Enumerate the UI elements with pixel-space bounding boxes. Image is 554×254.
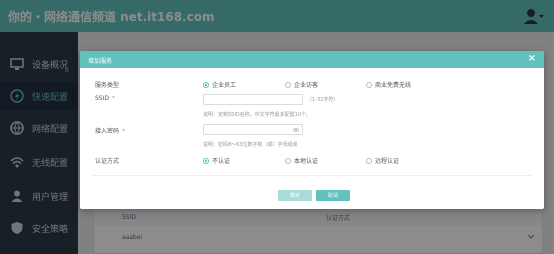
radio-dot (366, 157, 372, 164)
ssid-label-text: SSID (95, 95, 110, 102)
required-mark: * (112, 95, 116, 102)
service-type-label: 服务类型 (95, 82, 120, 89)
ssid-input[interactable] (203, 94, 303, 105)
service-type-radio-employee[interactable]: 企业员工 (203, 80, 236, 89)
dialog-header: 增加服务 × (80, 51, 544, 68)
radio-dot (203, 81, 209, 88)
radio-label: 本地认证 (294, 158, 319, 165)
radio-dot (366, 81, 372, 88)
radio-dot (285, 81, 291, 88)
password-input[interactable] (203, 124, 303, 135)
close-icon[interactable]: × (528, 53, 536, 64)
radio-label: 企业访客 (294, 82, 319, 89)
auth-radio-remote[interactable]: 远程认证 (366, 156, 399, 165)
auth-radio-none[interactable]: 不认证 (203, 156, 230, 165)
radio-label: 企业员工 (212, 82, 237, 89)
auth-label: 认证方式 (95, 158, 120, 165)
service-type-radio-visitor[interactable]: 企业访客 (285, 80, 318, 89)
dialog-divider (92, 175, 532, 176)
add-service-dialog: 增加服务 × 服务类型 企业员工 企业访客 商业免费无线 SSID * （1-32… (80, 51, 544, 209)
service-type-radio-commercial[interactable]: 商业免费无线 (366, 80, 411, 89)
auth-radio-local[interactable]: 本地认证 (285, 156, 318, 165)
radio-label: 商业免费无线 (375, 82, 412, 89)
password-label-text: 接入密码 (95, 128, 120, 135)
password-hint: 说明：密码8～63位数字和（或）字母组成 (203, 142, 298, 148)
confirm-button[interactable]: 确定 (278, 190, 312, 201)
radio-dot (203, 157, 209, 164)
password-label: 接入密码 * (95, 126, 125, 135)
eye-icon[interactable] (293, 128, 299, 132)
cancel-button[interactable]: 取消 (316, 190, 350, 201)
ssid-hint: 说明：定制SSID名称，中文字符最多配置10个。 (203, 112, 312, 118)
dialog-title: 增加服务 (88, 58, 113, 65)
radio-dot (285, 157, 291, 164)
ssid-label: SSID * (95, 95, 115, 102)
ssid-range-hint: （1-32字符） (307, 97, 339, 103)
radio-label: 远程认证 (375, 158, 400, 165)
required-mark: * (122, 128, 126, 135)
radio-label: 不认证 (212, 158, 231, 165)
